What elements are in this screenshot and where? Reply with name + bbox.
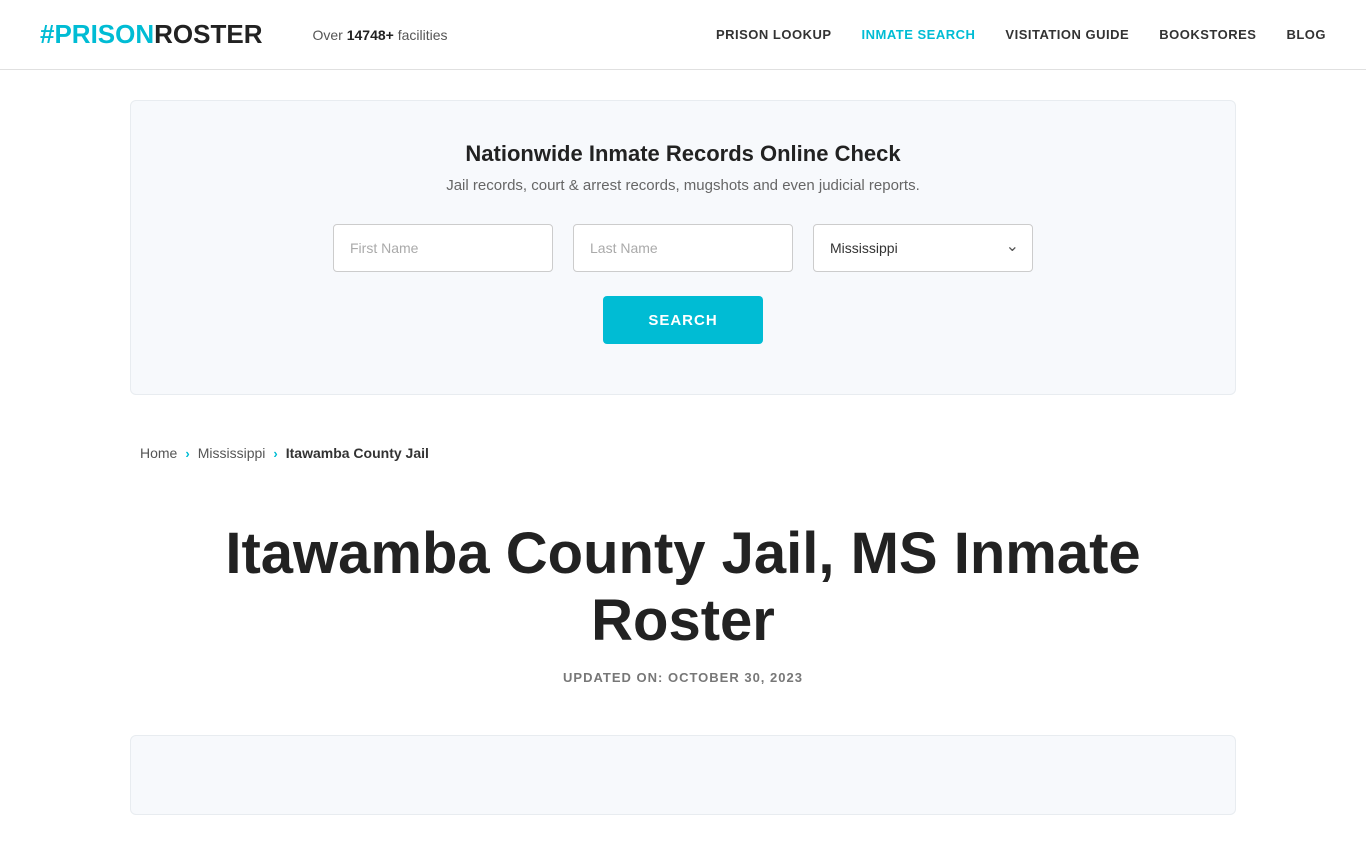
search-button[interactable]: SEARCH xyxy=(603,296,763,344)
nav-visitation-guide[interactable]: VISITATION GUIDE xyxy=(1005,27,1129,42)
nav-inmate-search[interactable]: INMATE SEARCH xyxy=(862,27,976,42)
logo-prison: PRISON xyxy=(54,19,154,50)
page-title: Itawamba County Jail, MS Inmate Roster xyxy=(130,521,1236,654)
nav-blog[interactable]: BLOG xyxy=(1286,27,1326,42)
site-header: #PRISONROSTER Over 14748+ facilities PRI… xyxy=(0,0,1366,70)
breadcrumb-chevron-1: › xyxy=(185,446,189,461)
nav-bookstores[interactable]: BOOKSTORES xyxy=(1159,27,1256,42)
updated-date: UPDATED ON: OCTOBER 30, 2023 xyxy=(130,670,1236,685)
breadcrumb: Home › Mississippi › Itawamba County Jai… xyxy=(0,425,1366,481)
search-widget: Nationwide Inmate Records Online Check J… xyxy=(130,100,1236,395)
state-select[interactable]: AlabamaAlaskaArizonaArkansasCaliforniaCo… xyxy=(813,224,1033,272)
breadcrumb-current: Itawamba County Jail xyxy=(286,445,429,461)
logo-roster: ROSTER xyxy=(154,19,262,50)
first-name-input[interactable] xyxy=(333,224,553,272)
state-select-wrapper: AlabamaAlaskaArizonaArkansasCaliforniaCo… xyxy=(813,224,1033,272)
page-title-section: Itawamba County Jail, MS Inmate Roster U… xyxy=(0,481,1366,715)
breadcrumb-chevron-2: › xyxy=(273,446,277,461)
widget-subtitle: Jail records, court & arrest records, mu… xyxy=(191,177,1175,194)
site-logo[interactable]: #PRISONROSTER xyxy=(40,19,263,50)
last-name-input[interactable] xyxy=(573,224,793,272)
logo-hash: # xyxy=(40,19,54,50)
facilities-count-text: Over 14748+ facilities xyxy=(313,27,448,43)
facilities-count: 14748+ xyxy=(347,27,394,43)
widget-form: AlabamaAlaskaArizonaArkansasCaliforniaCo… xyxy=(191,224,1175,272)
widget-title: Nationwide Inmate Records Online Check xyxy=(191,141,1175,167)
nav-prison-lookup[interactable]: PRISON LOOKUP xyxy=(716,27,832,42)
breadcrumb-state[interactable]: Mississippi xyxy=(198,445,266,461)
bottom-content-card xyxy=(130,735,1236,815)
breadcrumb-home[interactable]: Home xyxy=(140,445,177,461)
main-nav: PRISON LOOKUP INMATE SEARCH VISITATION G… xyxy=(716,27,1326,42)
